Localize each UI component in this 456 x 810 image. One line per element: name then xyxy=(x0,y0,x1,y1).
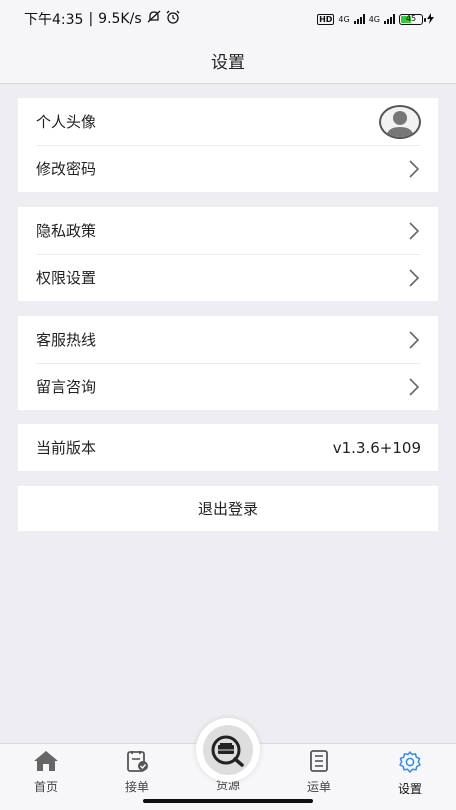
alarm-icon xyxy=(166,10,180,28)
logout-label: 退出登录 xyxy=(197,500,258,518)
status-speed: 9.5K/s xyxy=(98,11,142,27)
chevron-right-icon xyxy=(407,377,421,397)
row-label: 个人头像 xyxy=(36,113,97,131)
home-indicator xyxy=(143,799,313,803)
signal-icon-2 xyxy=(384,14,395,24)
status-time: 下午4:35 xyxy=(24,12,84,28)
charging-icon xyxy=(427,12,434,26)
chevron-right-icon xyxy=(407,268,421,288)
row-customer-hotline[interactable]: 客服热线 xyxy=(18,316,438,363)
net-label-1: 4G xyxy=(338,14,350,24)
row-avatar[interactable]: 个人头像 xyxy=(18,98,438,145)
nav-label: 设置 xyxy=(397,782,422,796)
nav-item-settings[interactable]: 设置 xyxy=(380,750,440,797)
row-label: 隐私政策 xyxy=(36,222,97,240)
status-right: HD 4G 4G 45 xyxy=(317,12,434,26)
settings-group-privacy: 隐私政策 权限设置 xyxy=(18,207,438,301)
title-bar: 设置 xyxy=(0,38,456,84)
nav-label: 运单 xyxy=(306,780,331,794)
status-left: 下午4:35 | 9.5K/s xyxy=(24,9,180,29)
chevron-right-icon xyxy=(407,159,421,179)
row-change-password[interactable]: 修改密码 xyxy=(18,145,438,192)
signal-icon-1 xyxy=(353,14,365,24)
status-bar: 下午4:35 | 9.5K/s HD 4G 4G 45 xyxy=(0,0,456,38)
version-value: v1.3.6+109 xyxy=(332,438,421,457)
hd-badge: HD xyxy=(317,13,335,25)
cargo-icon xyxy=(203,725,253,775)
row-permission-settings[interactable]: 权限设置 xyxy=(18,254,438,301)
row-message-inquiry[interactable]: 留言咨询 xyxy=(18,363,438,410)
settings-group-version: 当前版本 v1.3.6+109 xyxy=(18,424,438,471)
battery-level: 45 xyxy=(405,14,417,23)
battery-icon: 45 xyxy=(399,13,426,25)
nav-label: 接单 xyxy=(124,780,149,794)
page-title: 设置 xyxy=(211,53,245,73)
logout-button[interactable]: 退出登录 xyxy=(18,486,438,531)
net-label-2: 4G xyxy=(368,14,380,24)
waybill-icon xyxy=(308,750,330,775)
row-privacy-policy[interactable]: 隐私政策 xyxy=(18,207,438,254)
row-label: 客服热线 xyxy=(36,331,97,349)
mute-icon xyxy=(147,10,161,28)
order-icon xyxy=(125,750,149,775)
settings-group-account: 个人头像 修改密码 xyxy=(18,98,438,192)
chevron-right-icon xyxy=(407,221,421,241)
nav-item-orders[interactable]: 接单 xyxy=(107,750,167,795)
chevron-right-icon xyxy=(407,330,421,350)
cargo-center-button[interactable] xyxy=(196,718,260,782)
row-label: 留言咨询 xyxy=(36,378,97,396)
settings-group-support: 客服热线 留言咨询 xyxy=(18,316,438,410)
row-label: 权限设置 xyxy=(36,269,97,287)
row-current-version: 当前版本 v1.3.6+109 xyxy=(18,424,438,471)
status-divider: | xyxy=(88,11,94,27)
gear-icon xyxy=(397,750,423,777)
nav-label: 首页 xyxy=(33,780,58,794)
home-icon xyxy=(33,750,59,775)
nav-item-home[interactable]: 首页 xyxy=(16,750,76,795)
nav-item-waybill[interactable]: 运单 xyxy=(289,750,349,795)
row-label: 当前版本 xyxy=(36,439,97,457)
avatar[interactable] xyxy=(379,104,421,139)
row-label: 修改密码 xyxy=(36,160,97,178)
